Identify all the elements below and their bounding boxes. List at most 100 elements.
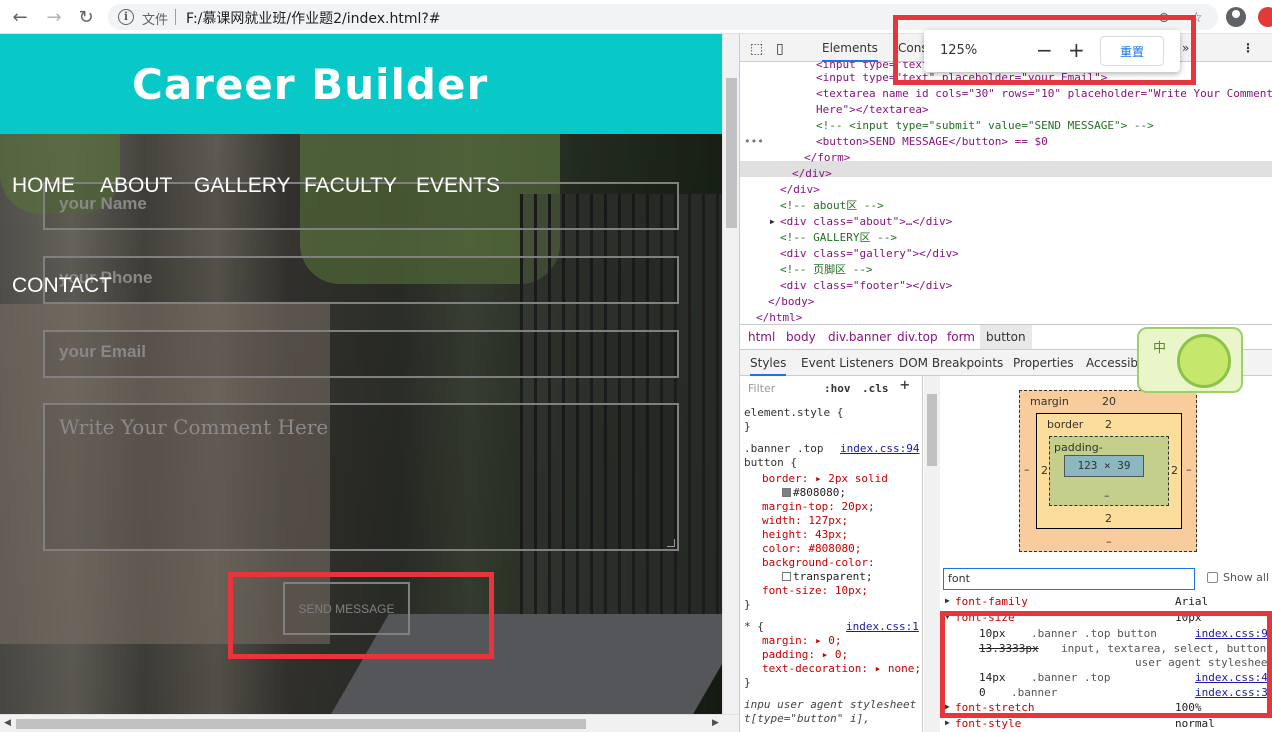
trace-source-link[interactable]: index.css:47 [1195,671,1272,684]
computed-prop-name[interactable]: font-style [955,717,1021,730]
scrollbar-thumb[interactable] [726,78,737,228]
trace-source-link[interactable]: index.css:30 [1195,686,1272,699]
color-swatch-icon[interactable] [782,488,791,497]
scroll-left-icon[interactable]: ◀ [4,718,11,728]
box-model-content[interactable]: 123 × 39 [1064,455,1144,477]
tab-elements[interactable]: Elements [822,41,878,62]
add-rule-icon[interactable]: + [900,377,910,393]
code-line[interactable]: </html> [756,310,802,324]
prop-margin-top[interactable]: margin-top: 20px; [762,500,875,514]
comment-textarea[interactable]: Write Your Comment Here [43,403,679,551]
nav-gallery[interactable]: GALLERY [194,174,291,198]
page-horizontal-scrollbar[interactable]: ◀ ▶ [0,714,739,732]
border-top-value[interactable]: 2 [1105,418,1112,431]
prop-padding[interactable]: padding: ▸ 0; [762,648,848,662]
trace-source-link[interactable]: index.css:94 [1195,627,1272,640]
scrollbar-thumb[interactable] [16,719,586,729]
margin-right-value[interactable]: – [1186,463,1192,476]
rule-source-link[interactable]: index.css:1 [846,620,919,634]
show-all-checkbox[interactable] [1207,572,1218,583]
code-line[interactable]: </div> [780,182,820,198]
margin-top-value[interactable]: 20 [1102,395,1116,408]
reload-icon[interactable]: ↻ [74,5,98,29]
code-line[interactable]: <!-- GALLERY区 --> [780,230,897,246]
color-swatch-icon[interactable] [782,572,791,581]
rule-selector[interactable]: .banner .top [744,442,823,456]
nav-contact[interactable]: CONTACT [12,274,112,298]
scroll-right-icon[interactable]: ▶ [712,718,719,728]
back-arrow-icon[interactable]: ← [8,5,32,29]
styles-scrollbar[interactable] [924,376,940,732]
expand-triangle-icon[interactable]: ▶ [945,702,950,711]
crumb-body[interactable]: body [786,330,816,344]
zoom-in-button[interactable]: + [1068,38,1085,62]
prop-margin[interactable]: margin: ▸ 0; [762,634,841,648]
cls-toggle[interactable]: .cls [862,382,889,396]
code-line[interactable]: <div class="about">…</div> [780,214,952,230]
subtab-styles[interactable]: Styles [750,356,787,376]
zoom-icon[interactable]: ⊕ [1158,10,1170,26]
code-line[interactable]: Here"></textarea> [816,102,929,118]
prop-border-color[interactable]: #808080; [782,486,846,500]
info-icon[interactable]: i [118,9,134,25]
nav-home[interactable]: HOME [12,174,75,198]
margin-left-value[interactable]: – [1024,463,1030,476]
zoom-out-button[interactable]: − [1036,38,1053,62]
expand-triangle-icon[interactable]: ▶ [945,596,950,605]
code-line[interactable]: <textarea name id cols="30" rows="10" pl… [816,86,1272,102]
forward-arrow-icon[interactable]: → [42,5,66,29]
prop-font-size[interactable]: font-size: 10px; [762,584,868,598]
nav-faculty[interactable]: FACULTY [304,174,397,198]
expand-triangle-icon[interactable]: ▶ [945,718,950,727]
prop-background-color[interactable]: background-color: [762,556,875,570]
code-line[interactable]: <div class="gallery"></div> [780,246,959,262]
border-right-value[interactable]: 2 [1171,464,1178,477]
address-bar[interactable]: i 文件 F:/慕课网就业班/作业题2/index.html?# ⊕ ☆ [108,4,1218,30]
computed-filter-input[interactable]: font [943,568,1195,590]
computed-prop-name[interactable]: font-size [955,611,1015,624]
nav-events[interactable]: EVENTS [416,174,500,198]
extension-icon[interactable] [1258,7,1272,27]
subtab-event-listeners[interactable]: Event Listeners [801,356,894,370]
email-input[interactable]: your Email [43,330,679,378]
ellipsis-icon[interactable]: ••• [744,134,764,150]
send-message-button[interactable]: SEND MESSAGE [283,582,410,635]
prop-color[interactable]: color: #808080; [762,542,861,556]
subtab-dom-breakpoints[interactable]: DOM Breakpoints [899,356,1003,370]
rule-source-link[interactable]: index.css:94 [840,442,919,456]
code-line[interactable]: <!-- 页脚区 --> [780,262,873,278]
nav-about[interactable]: ABOUT [100,174,172,198]
code-line[interactable]: </div> [792,166,832,182]
phone-input[interactable]: your Phone [43,256,679,304]
url-text[interactable]: F:/慕课网就业班/作业题2/index.html?# [186,8,441,28]
margin-bottom-value[interactable]: – [1106,535,1112,548]
prop-background-value[interactable]: transparent; [782,570,872,584]
code-line[interactable]: <!-- about区 --> [780,198,884,214]
page-vertical-scrollbar[interactable] [722,34,739,714]
inspect-element-icon[interactable]: ⬚ [750,41,763,57]
code-line-selected[interactable]: <button>SEND MESSAGE</button> == $0 [816,134,1048,150]
styles-filter-input[interactable]: Filter [748,382,775,396]
code-line[interactable]: <div class="footer"></div> [780,278,952,294]
zoom-reset-button[interactable]: 重置 [1100,36,1164,66]
devtools-menu-icon[interactable]: ⋮ [1242,41,1254,55]
prop-height[interactable]: height: 43px; [762,528,848,542]
scrollbar-thumb[interactable] [927,394,937,466]
subtab-accessibility[interactable]: Accessibil [1086,356,1145,370]
subtab-properties[interactable]: Properties [1013,356,1074,370]
crumb-form[interactable]: form [947,330,975,344]
padding-bottom-value[interactable]: – [1104,489,1110,502]
code-line[interactable]: <input type="text" placeholder="your Ema… [816,70,1107,86]
code-line[interactable]: <!-- <input type="submit" value="SEND ME… [816,118,1154,134]
collapse-triangle-icon[interactable]: ▼ [945,612,950,621]
code-line[interactable]: </form> [804,150,850,166]
computed-prop-name[interactable]: font-stretch [955,701,1034,714]
crumb-html[interactable]: html [748,330,775,344]
border-left-value[interactable]: 2 [1041,464,1048,477]
profile-avatar-icon[interactable] [1226,7,1246,27]
code-line[interactable]: </body> [768,294,814,310]
border-bottom-value[interactable]: 2 [1105,512,1112,525]
prop-text-decoration[interactable]: text-decoration: ▸ none; [762,662,921,676]
crumb-button[interactable]: button [980,325,1032,349]
resize-grip-icon[interactable] [667,539,675,547]
